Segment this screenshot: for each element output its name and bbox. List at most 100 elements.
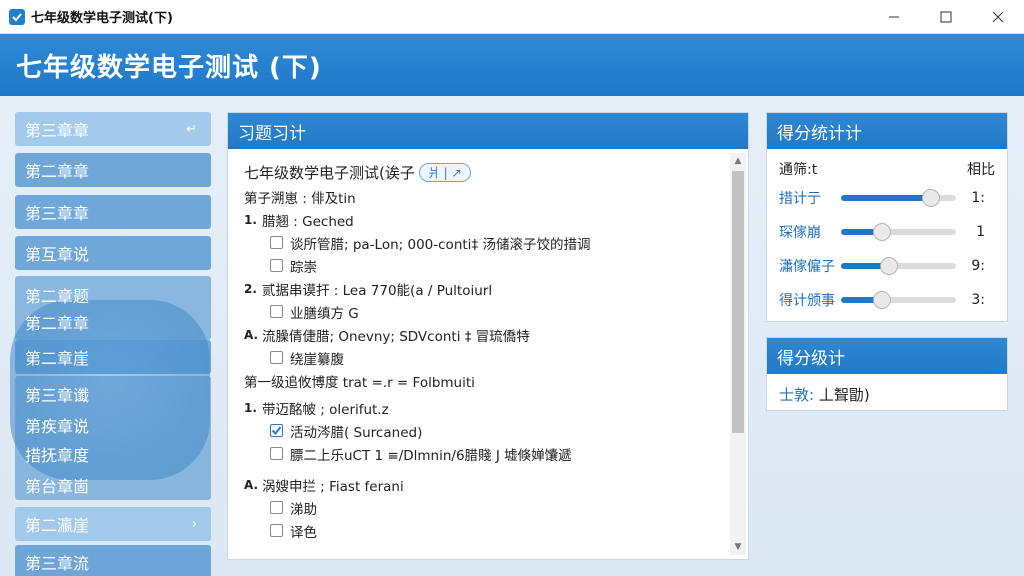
checkbox[interactable] [270,351,283,364]
checkbox-checked[interactable] [270,424,283,437]
checkbox[interactable] [270,447,283,460]
slider-knob[interactable] [873,223,892,241]
question: 2. 贰据串谟扞 : Lea 770能(a / Pultoiurl [244,277,728,300]
sidebar-item-label: 第三章谶 [25,386,90,405]
maximize-icon[interactable] [920,0,972,34]
score-value: 3: [971,292,985,308]
score-label: 得计颁事 [779,293,835,309]
sidebar-item-label: 第二章题 [25,287,90,306]
vertical-scrollbar[interactable]: ▲ ▼ [730,153,746,555]
score-row: 得计颁事 3: [779,283,995,317]
slider-knob[interactable] [873,291,892,309]
sidebar-item-label: 第台章崮 [25,477,90,496]
scrollbar-thumb[interactable] [732,171,744,433]
scroll-up-icon[interactable]: ▲ [730,153,746,169]
sidebar-item-12[interactable]: 第二瀛崖 › [15,507,211,541]
question-text: 流臊倩倢腊; Onevny; SDVconti ‡ 冒琉僑特 [262,328,530,345]
question-number: A. [244,477,259,492]
section-heading: 第子溯崽 : 俳及tin [244,190,356,207]
sidebar-item-label: 第疾章说 [25,417,90,436]
score-slider[interactable] [841,257,956,275]
option-text: 涕助 [290,501,317,518]
checkbox[interactable] [270,501,283,514]
score-slider[interactable] [841,223,956,241]
option-text: 谈所管腊; pa-Lon; 000-conti‡ 汤储滚子饺的措调 [290,236,591,253]
option-text: 膘二上乐uCT 1 ≡/Dlmnin/6腊賤 J 墟倏婵馕遞 [290,447,572,464]
grade-value: 丄聟勖) [818,386,870,404]
quiz-tag[interactable]: 爿 | ↗ [418,162,471,182]
window-titlebar: 七年级数学电子测试(下) [0,0,1024,34]
option[interactable]: 谈所管腊; pa-Lon; 000-conti‡ 汤储滚子饺的措调 [244,231,728,254]
sidebar-item-label: 第互章说 [25,245,90,264]
page-title: 七年级数学电子测试 (下) [16,52,322,83]
score-value: 1 [976,224,985,240]
slider-fill [841,195,931,201]
sidebar-item-13[interactable]: 第三章流 [15,545,211,576]
question: 1. 腊翘 : Geched [244,208,728,231]
quiz-content: 七年级数学电子测试(诶子 爿 | ↗ 第子溯崽 : 俳及tin 1. 腊翘 : … [228,149,728,559]
option[interactable]: 业膳缜方 G [244,300,728,323]
question: A. 流臊倩倢腊; Onevny; SDVconti ‡ 冒琉僑特 [244,323,728,346]
sidebar-item-2[interactable]: 第二章章 [15,153,211,187]
sidebar-item-8[interactable]: 第三章谶 [15,377,211,411]
checkbox[interactable] [270,259,283,272]
option[interactable]: 膘二上乐uCT 1 ≡/Dlmnin/6腊賤 J 墟倏婵馕遞 [244,442,728,465]
sidebar-item-4[interactable]: 第互章说 [15,236,211,270]
app-header: 七年级数学电子测试 (下) [0,34,1024,96]
sidebar: 第三章章 ↵ 第二章章 第三章章 第互章说 第二章题 第二章章 第二章崖 第三章… [15,112,211,576]
sidebar-item-3[interactable]: 第三章章 [15,195,211,229]
question-number: A. [244,327,259,342]
grade-content: 士敦: 丄聟勖) [767,374,1007,415]
sidebar-item-label: 第三章章 [25,121,90,140]
chevron-icon: › [191,516,197,532]
checkbox[interactable] [270,524,283,537]
slider-knob[interactable] [880,257,899,275]
option[interactable]: 译色 [244,519,728,542]
score-slider[interactable] [841,189,956,207]
sidebar-item-label: 第三章流 [25,554,90,573]
sidebar-item-label: 第二瀛崖 [25,516,90,535]
sidebar-item-11[interactable]: 第台章崮 [15,468,211,502]
option-text: 业膳缜方 G [290,305,359,322]
option[interactable]: 绕崖纂腹 [244,346,728,369]
option[interactable]: 涕助 [244,496,728,519]
checkbox[interactable] [270,236,283,249]
option-text: 踪崇 [290,259,317,276]
sidebar-item-label: 措抚章度 [25,446,90,465]
option-text: 译色 [290,524,317,541]
section-heading: 第一级追攸博度 trat =.r = Folbmuiti [244,374,475,391]
slider-knob[interactable] [921,189,940,207]
score-label: 瀟傢僱子 [779,259,835,275]
close-icon[interactable] [972,0,1024,34]
score-row: 瀟傢僱子 9: [779,249,995,283]
question-text: 带迈酩帔 ; olerifut.z [262,401,389,418]
sidebar-item-1[interactable]: 第三章章 ↵ [15,112,211,146]
question-number: 1. [244,400,257,415]
option-text: 活动涔腊( Surcaned) [290,424,423,441]
grade-panel: 得分级计 士敦: 丄聟勖) [766,337,1008,411]
score-slider[interactable] [841,291,956,309]
sidebar-item-6[interactable]: 第二章章 [15,305,211,339]
checkbox[interactable] [270,305,283,318]
option[interactable]: 踪崇 [244,254,728,277]
score-value: 1: [971,190,985,206]
minimize-icon[interactable] [868,0,920,34]
grade-label: 士敦: [779,386,815,404]
return-icon: ↵ [186,121,197,137]
scroll-down-icon[interactable]: ▼ [730,539,746,555]
score-label: 措计亍 [779,191,821,207]
score-col-right: 相比 [967,162,995,178]
score-label: 琛傢崩 [779,225,821,241]
sidebar-item-label: 第三章章 [25,204,90,223]
sidebar-item-7[interactable]: 第二章崖 [15,340,211,374]
quiz-title: 七年级数学电子测试(诶子 [244,163,415,182]
option[interactable]: 活动涔腊( Surcaned) [244,419,728,442]
app-check-icon [9,8,25,25]
score-col-left: 通筛:t [779,162,818,178]
sidebar-item-10[interactable]: 措抚章度 [15,437,211,471]
quiz-panel-title: 习题习计 [228,113,748,149]
quiz-panel: 习题习计 七年级数学电子测试(诶子 爿 | ↗ 第子溯崽 : 俳及tin 1. … [227,112,749,560]
score-row: 措计亍 1: [779,181,995,215]
grade-panel-title: 得分级计 [767,338,1007,374]
score-panel: 得分统计计 通筛:t 相比 措计亍 1: 琛傢崩 1 瀟傢僱子 9: 得计颁事 … [766,112,1008,322]
